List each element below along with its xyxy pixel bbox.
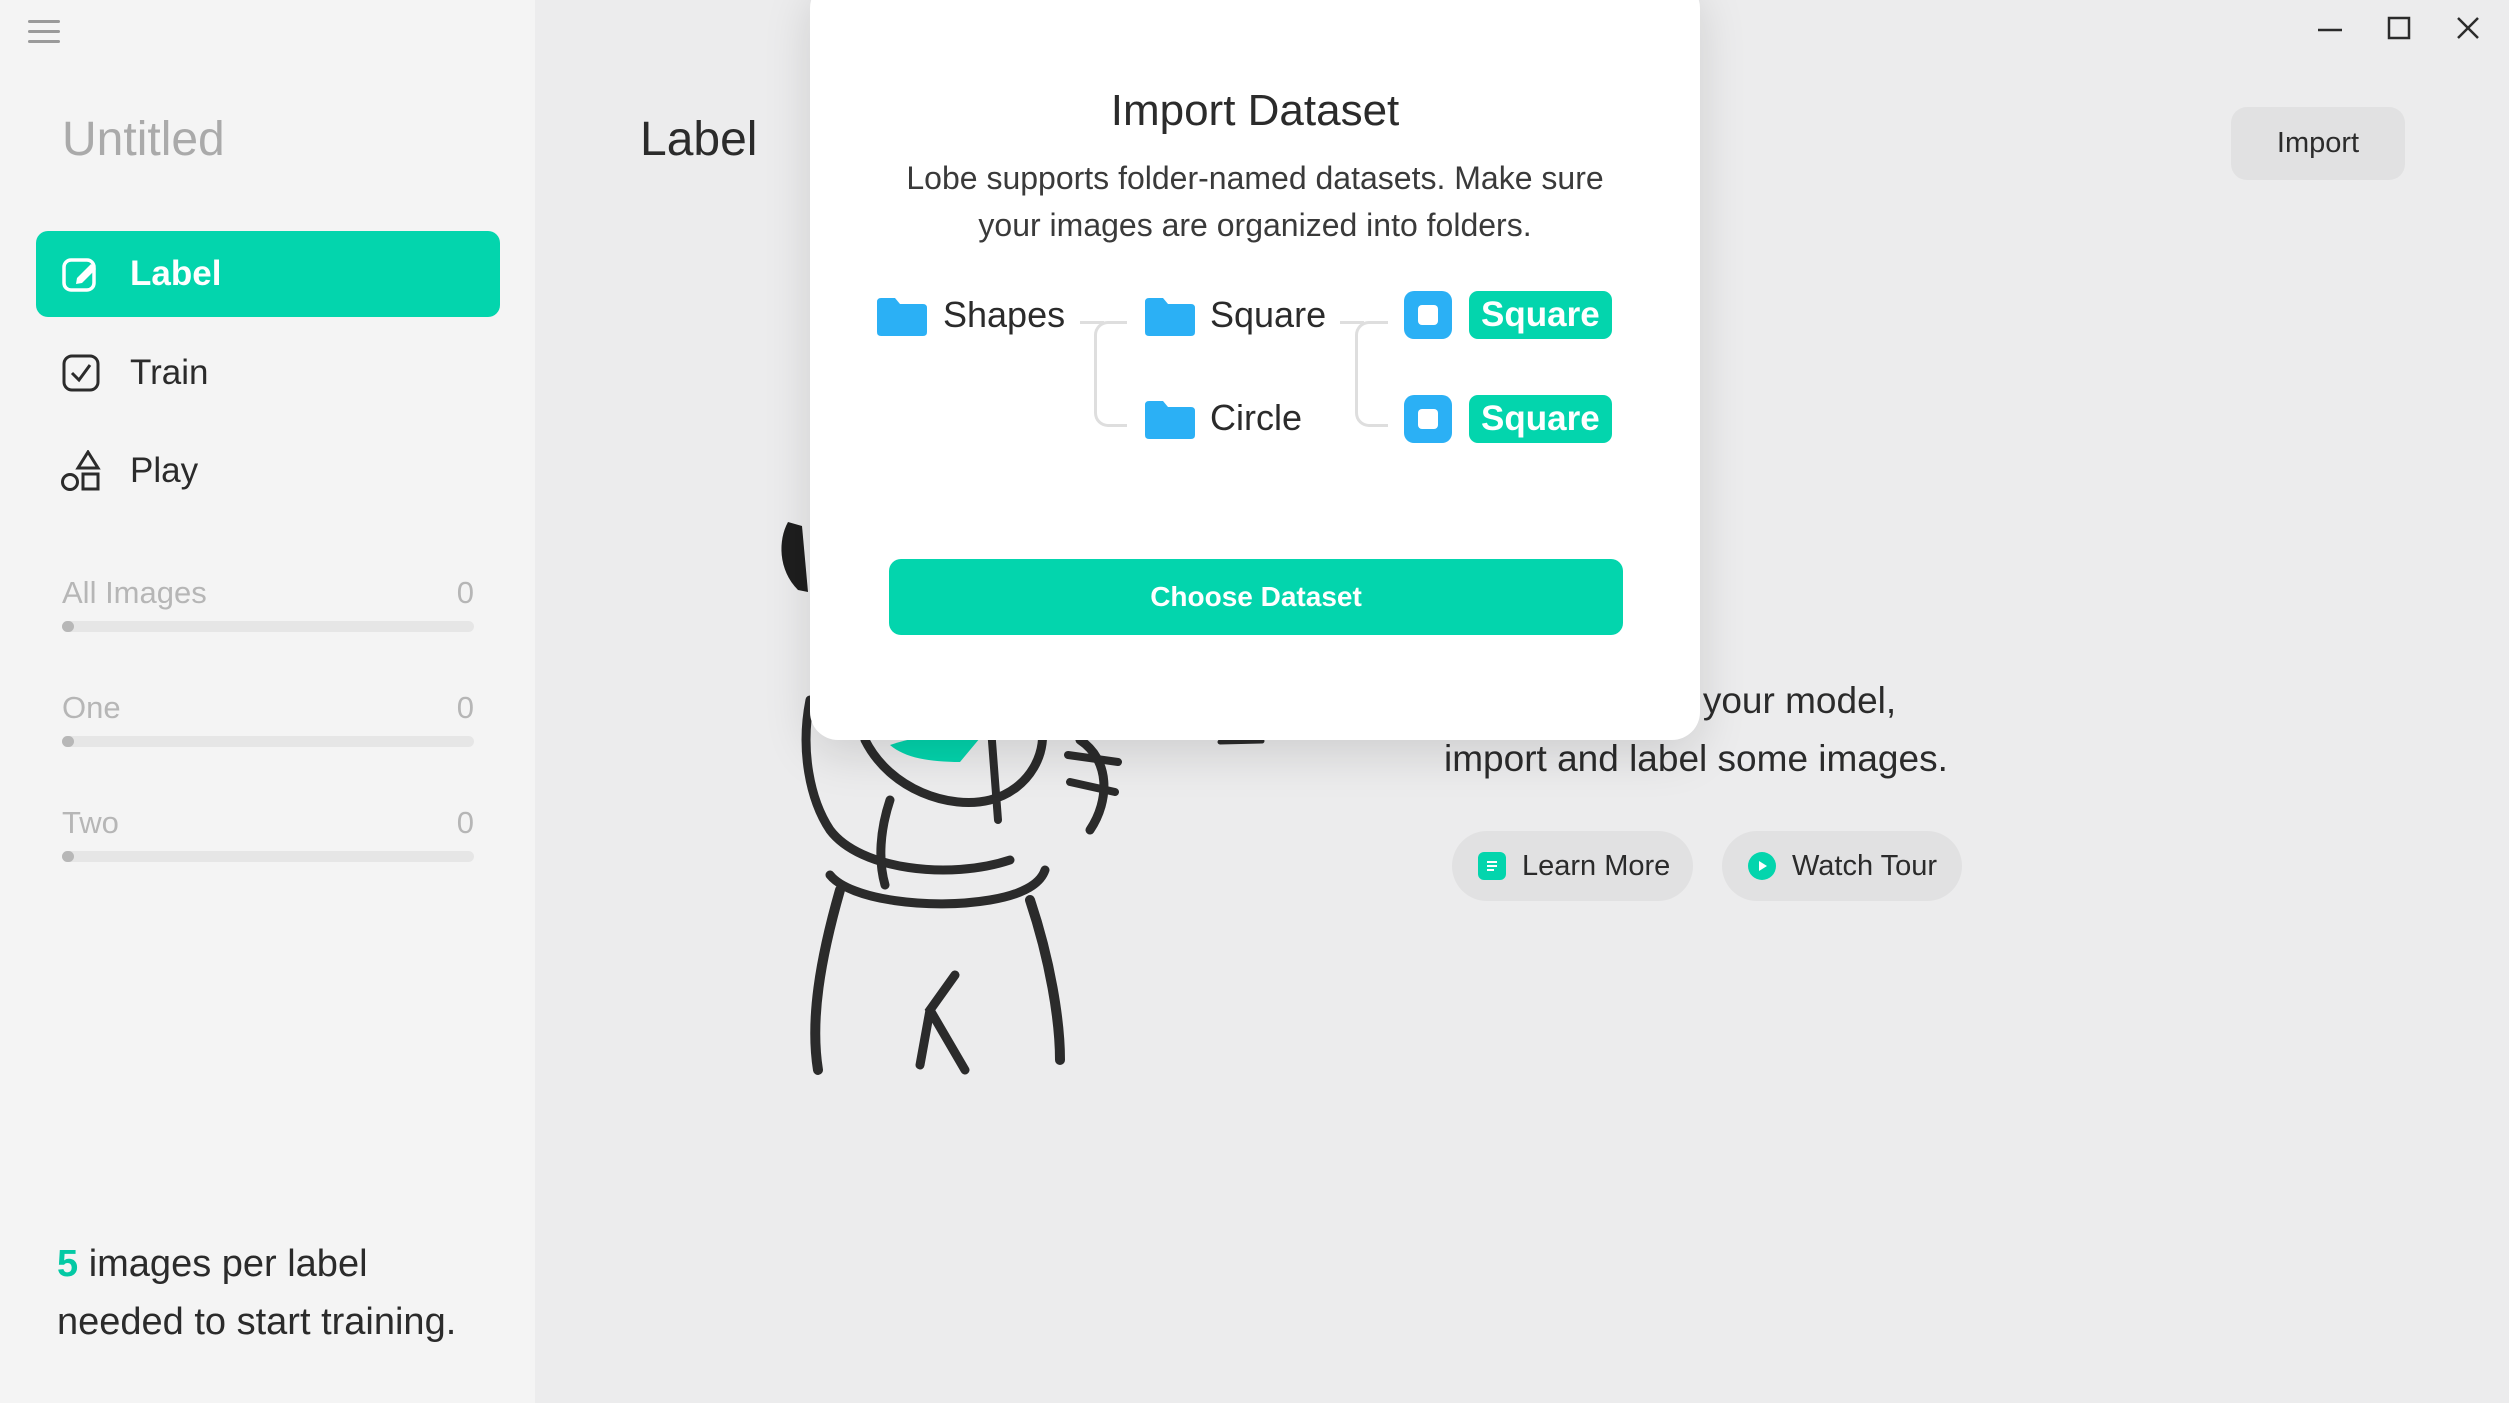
image-icon xyxy=(1404,291,1452,339)
nav-item-train[interactable]: Train xyxy=(36,330,500,416)
hint-line2: needed to start training. xyxy=(57,1301,457,1343)
choose-dataset-button[interactable]: Choose Dataset xyxy=(889,559,1623,635)
label-stat-all-images[interactable]: All Images 0 xyxy=(62,575,474,632)
label-stat-one[interactable]: One 0 xyxy=(62,690,474,747)
page-title: Label xyxy=(640,113,758,166)
modal-title: Import Dataset xyxy=(1110,86,1400,135)
modal-desc-line1: Lobe supports folder-named datasets. Mak… xyxy=(906,160,1604,196)
edit-icon xyxy=(60,253,102,295)
watch-tour-label: Watch Tour xyxy=(1792,849,1938,882)
learn-more-button[interactable]: Learn More xyxy=(1452,831,1693,901)
stat-count: 0 xyxy=(456,690,474,725)
import-dataset-modal: Import Dataset Lobe supports folder-name… xyxy=(810,0,1700,740)
stat-label: One xyxy=(62,690,121,725)
modal-desc-line2: your images are organized into folders. xyxy=(978,207,1532,243)
nav-label: Play xyxy=(130,451,199,490)
label-tag: Square xyxy=(1469,395,1612,443)
stat-progress-track xyxy=(62,851,474,862)
stat-label: Two xyxy=(62,805,119,840)
folder-icon xyxy=(877,298,927,336)
folder-icon xyxy=(1145,298,1195,336)
hint-line1: images per label xyxy=(78,1243,368,1285)
tree-connector xyxy=(1094,321,1127,427)
minimize-icon[interactable] xyxy=(2305,10,2355,50)
stat-progress-track xyxy=(62,736,474,747)
document-icon xyxy=(1478,852,1506,880)
modal-description: Lobe supports folder-named datasets. Mak… xyxy=(810,155,1700,249)
root-folder-label: Shapes xyxy=(943,294,1066,335)
nav-label: Label xyxy=(130,254,222,293)
close-icon[interactable] xyxy=(2443,10,2493,50)
folder-label-square: Square xyxy=(1210,294,1327,335)
hint-count: 5 xyxy=(57,1243,79,1285)
stat-progress-track xyxy=(62,621,474,632)
label-stat-two[interactable]: Two 0 xyxy=(62,805,474,862)
nav-item-label[interactable]: Label xyxy=(36,231,500,317)
label-tag: Square xyxy=(1469,291,1612,339)
stat-progress-dot xyxy=(62,621,74,632)
nav-item-play[interactable]: Play xyxy=(36,428,500,514)
stat-count: 0 xyxy=(456,575,474,610)
stat-progress-dot xyxy=(62,736,74,747)
checkbox-icon xyxy=(60,352,102,394)
stat-count: 0 xyxy=(456,805,474,840)
learn-more-label: Learn More xyxy=(1522,849,1671,882)
tree-connector xyxy=(1355,321,1388,427)
stat-progress-dot xyxy=(62,851,74,862)
menu-icon[interactable] xyxy=(28,20,60,46)
project-title[interactable]: Untitled xyxy=(62,112,225,167)
nav-label: Train xyxy=(130,353,209,392)
watch-tour-button[interactable]: Watch Tour xyxy=(1722,831,1962,901)
folder-label-circle: Circle xyxy=(1210,397,1303,438)
shapes-icon xyxy=(60,450,102,492)
sidebar: Untitled Label Train Play All Images 0 On… xyxy=(0,0,535,1403)
training-hint: 5 images per label needed to start train… xyxy=(57,1235,517,1351)
import-button[interactable]: Import xyxy=(2231,107,2405,180)
play-icon xyxy=(1748,852,1776,880)
stat-label: All Images xyxy=(62,575,207,610)
maximize-icon[interactable] xyxy=(2374,10,2424,50)
folder-icon xyxy=(1145,401,1195,439)
image-icon xyxy=(1404,395,1452,443)
